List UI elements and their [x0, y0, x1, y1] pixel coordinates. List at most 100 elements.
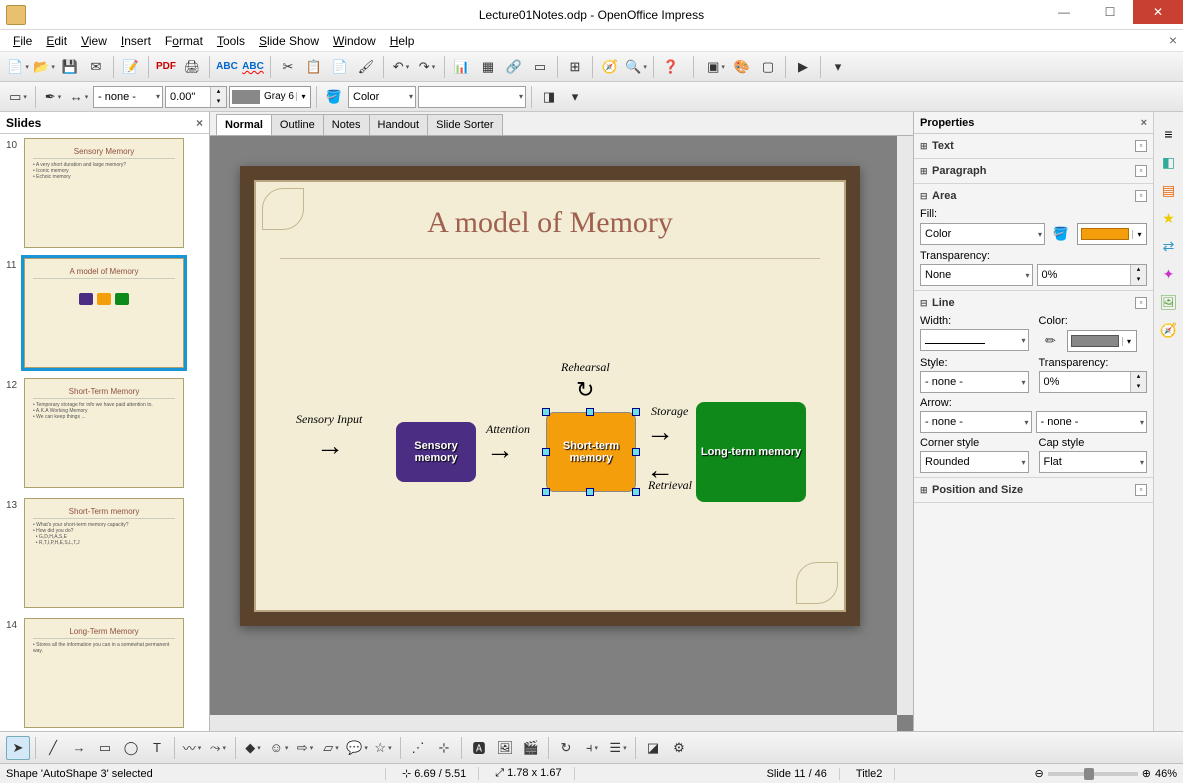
zoom-slider[interactable]	[1048, 772, 1138, 776]
fill-type-combo[interactable]: Color▾	[348, 86, 416, 108]
gallery-icon[interactable]: 🖼	[1157, 290, 1181, 314]
line-width-spinner[interactable]: 0.00"▴▾	[165, 86, 227, 108]
custom-animation-icon[interactable]: ★	[1157, 206, 1181, 230]
close-button[interactable]: ✕	[1133, 0, 1183, 24]
section-line[interactable]: Line	[932, 297, 955, 309]
tab-slidesorter[interactable]: Slide Sorter	[427, 114, 502, 135]
menu-help[interactable]: Help	[383, 31, 422, 51]
rectangle-tool[interactable]: ▭	[93, 736, 117, 760]
line-width-select[interactable]: ▾	[920, 329, 1029, 351]
cut-button[interactable]: ✂	[276, 55, 300, 79]
grid-button[interactable]: ⊞	[563, 55, 587, 79]
maximize-button[interactable]: ☐	[1087, 0, 1133, 24]
interaction-tool[interactable]: ⚙	[667, 736, 691, 760]
slide-layout-button[interactable]: ▣	[704, 55, 728, 79]
slide-design-button[interactable]: 🎨	[730, 55, 754, 79]
styles-button[interactable]: ▭	[6, 85, 30, 109]
pencil-icon[interactable]: ✏	[1039, 329, 1063, 353]
tab-outline[interactable]: Outline	[271, 114, 324, 135]
autospell-button[interactable]: ABC	[241, 55, 265, 79]
zoom-value[interactable]: 46%	[1155, 768, 1177, 780]
slide-thumb-14[interactable]: 14 Long-Term Memory• Stores all the info…	[6, 618, 209, 728]
chart-button[interactable]: 📊	[450, 55, 474, 79]
fill-bucket-icon[interactable]: 🪣	[322, 85, 346, 109]
styles-icon[interactable]: ✦	[1157, 262, 1181, 286]
ellipse-tool[interactable]: ◯	[119, 736, 143, 760]
slide-thumb-11[interactable]: 11 A model of Memory	[6, 258, 209, 368]
box-short-term-memory[interactable]: Short-term memory	[546, 412, 636, 492]
box-sensory-memory[interactable]: Sensory memory	[396, 422, 476, 482]
stars-tool[interactable]: ☆	[371, 736, 395, 760]
slide-thumb-13[interactable]: 13 Short-Term memory• What's your short-…	[6, 498, 209, 608]
help-button[interactable]: ❓	[659, 55, 683, 79]
slide-canvas[interactable]: A model of Memory Sensory Input Sensory …	[210, 136, 913, 731]
label-sensory-input[interactable]: Sensory Input	[296, 412, 362, 427]
zoom-in-icon[interactable]: ⊕	[1142, 767, 1151, 780]
table-button[interactable]: ▦	[476, 55, 500, 79]
fill-type-select[interactable]: Color▾	[920, 223, 1045, 245]
export-pdf-button[interactable]: PDF	[154, 55, 178, 79]
arrow-tool[interactable]: →	[67, 736, 91, 760]
slide-button[interactable]: ▭	[528, 55, 552, 79]
line-color-combo[interactable]: Gray 6▾	[229, 86, 311, 108]
arrow-storage[interactable]	[646, 416, 674, 448]
resize-handle[interactable]	[632, 488, 640, 496]
extrusion-tool[interactable]: ◪	[641, 736, 665, 760]
corner-style-select[interactable]: Rounded▾	[920, 451, 1029, 473]
connector-tool[interactable]: ⤳	[206, 736, 230, 760]
resize-handle[interactable]	[632, 408, 640, 416]
sidebar-menu-icon[interactable]: ≡	[1157, 122, 1181, 146]
navigator-icon[interactable]: 🧭	[1157, 318, 1181, 342]
menu-format[interactable]: Format	[158, 31, 210, 51]
menu-view[interactable]: View	[74, 31, 114, 51]
basic-shapes-tool[interactable]: ◆	[241, 736, 265, 760]
zoom-out-icon[interactable]: ⊖	[1035, 767, 1044, 780]
arrow-attention[interactable]	[486, 434, 514, 466]
gluepoints-tool[interactable]: ⊹	[432, 736, 456, 760]
arrow-left-select[interactable]: - none -▾	[920, 411, 1032, 433]
slides-panel-close-icon[interactable]: ×	[196, 116, 203, 130]
menu-tools[interactable]: Tools	[210, 31, 252, 51]
arrow-input[interactable]	[316, 430, 344, 462]
menu-file[interactable]: File	[6, 31, 39, 51]
arrow-retrieval[interactable]	[646, 454, 674, 486]
presentation-button[interactable]: ▶	[791, 55, 815, 79]
select-tool[interactable]: ➤	[6, 736, 30, 760]
align-tool[interactable]: ⫞	[580, 736, 604, 760]
close-doc-icon[interactable]: ×	[1169, 32, 1177, 48]
callout-tool[interactable]: 💬	[345, 736, 369, 760]
flowchart-tool[interactable]: ▱	[319, 736, 343, 760]
text-tool[interactable]: T	[145, 736, 169, 760]
more-icon[interactable]: ▫	[1135, 165, 1147, 177]
line-color-picker[interactable]: ▾	[1067, 330, 1137, 352]
spellcheck-button[interactable]: ABC	[215, 55, 239, 79]
arrow-style-button[interactable]: ↔	[67, 85, 91, 109]
transparency-type-select[interactable]: None▾	[920, 264, 1033, 286]
undo-button[interactable]: ↶	[389, 55, 413, 79]
line-endpoint-button[interactable]: ✒	[41, 85, 65, 109]
hyperlink-button[interactable]: 🔗	[502, 55, 526, 79]
copy-button[interactable]: 📋	[302, 55, 326, 79]
menu-slideshow[interactable]: Slide Show	[252, 31, 326, 51]
more-icon[interactable]: ▫	[1135, 190, 1147, 202]
section-area[interactable]: Area	[932, 190, 956, 202]
open-button[interactable]: 📂	[32, 55, 56, 79]
resize-handle[interactable]	[542, 448, 550, 456]
redo-button[interactable]: ↷	[415, 55, 439, 79]
rotate-tool[interactable]: ↻	[554, 736, 578, 760]
points-tool[interactable]: ⋰	[406, 736, 430, 760]
email-button[interactable]: ✉	[84, 55, 108, 79]
more-icon[interactable]: ▫	[1135, 484, 1147, 496]
bucket-icon[interactable]: 🪣	[1049, 222, 1073, 246]
section-paragraph[interactable]: Paragraph	[932, 165, 986, 177]
menu-insert[interactable]: Insert	[114, 31, 158, 51]
slide-master-button[interactable]: ▢	[756, 55, 780, 79]
horizontal-scrollbar[interactable]	[210, 715, 897, 731]
arrow-right-select[interactable]: - none -▾	[1036, 411, 1148, 433]
slide-thumb-12[interactable]: 12 Short-Term Memory• Temporary storage …	[6, 378, 209, 488]
master-pages-icon[interactable]: ▤	[1157, 178, 1181, 202]
tab-notes[interactable]: Notes	[323, 114, 370, 135]
properties-icon[interactable]: ◧	[1157, 150, 1181, 174]
print-button[interactable]: 🖨	[180, 55, 204, 79]
new-button[interactable]: 📄	[6, 55, 30, 79]
